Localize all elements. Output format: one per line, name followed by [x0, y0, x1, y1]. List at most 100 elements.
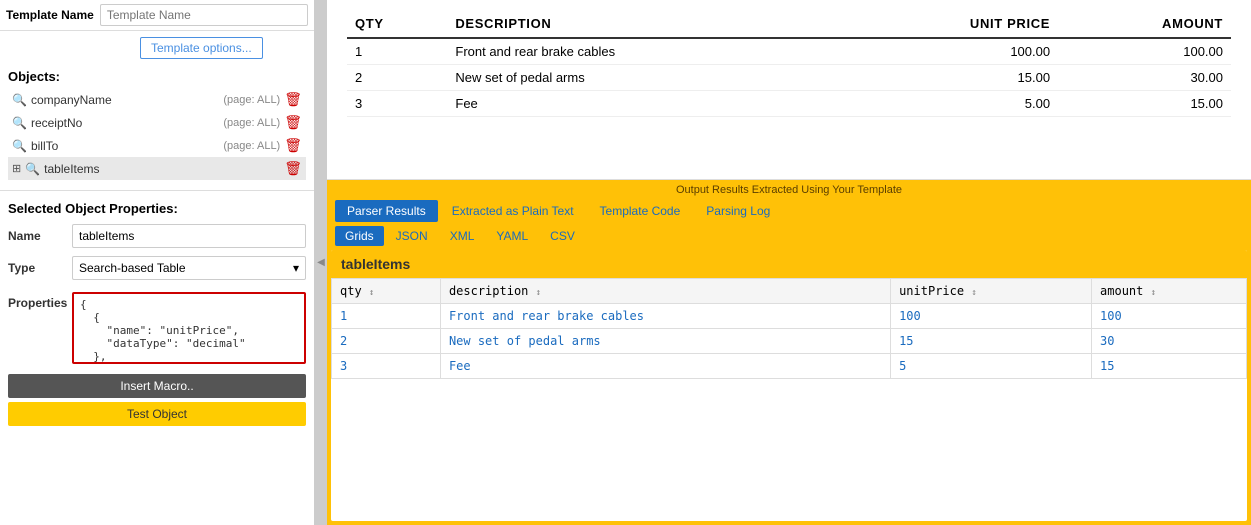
tab-template-code[interactable]: Template Code — [588, 200, 693, 222]
object-item-companyName[interactable]: 🔍 companyName (page: ALL) 🗑 — [8, 88, 306, 111]
table-row: 1 Front and rear brake cables 100.00 100… — [347, 38, 1231, 65]
grid-row: 3 Fee 5 15 — [332, 354, 1247, 379]
row3-unit-price: 5.00 — [842, 91, 1058, 117]
grid-row1-unit-price: 100 — [891, 304, 1092, 329]
grid-row3-qty: 3 — [332, 354, 441, 379]
objects-title: Objects: — [8, 69, 306, 84]
grid-row2-amount: 30 — [1092, 329, 1247, 354]
object-item-receiptNo[interactable]: 🔍 receiptNo (page: ALL) 🗑 — [8, 111, 306, 134]
row1-qty: 1 — [347, 38, 447, 65]
delete-icon-receiptNo[interactable]: 🗑 — [284, 114, 302, 131]
grid-col-unit-price[interactable]: unitPrice ↕ — [891, 279, 1092, 304]
tab-extracted-plain-text[interactable]: Extracted as Plain Text — [440, 200, 586, 222]
objects-section: Objects: 🔍 companyName (page: ALL) 🗑 🔍 r… — [0, 65, 314, 184]
row3-qty: 3 — [347, 91, 447, 117]
row2-description: New set of pedal arms — [447, 65, 842, 91]
chevron-down-icon: ▾ — [293, 261, 299, 275]
grid-col-qty[interactable]: qty ↕ — [332, 279, 441, 304]
search-icon: 🔍 — [12, 116, 27, 130]
subtab-csv[interactable]: CSV — [540, 226, 585, 246]
table-row: 3 Fee 5.00 15.00 — [347, 91, 1231, 117]
object-item-billTo[interactable]: 🔍 billTo (page: ALL) 🗑 — [8, 134, 306, 157]
grid-row1-description: Front and rear brake cables — [440, 304, 890, 329]
grid-row3-amount: 15 — [1092, 354, 1247, 379]
template-name-input[interactable] — [100, 4, 308, 26]
grid-row: 2 New set of pedal arms 15 30 — [332, 329, 1247, 354]
sort-icon: ↕ — [1151, 288, 1156, 298]
subtab-grids[interactable]: Grids — [335, 226, 384, 246]
tab-parsing-log[interactable]: Parsing Log — [694, 200, 782, 222]
insert-macro-button[interactable]: Insert Macro.. — [8, 374, 306, 398]
delete-icon-companyName[interactable]: 🗑 — [284, 91, 302, 108]
sort-icon: ↕ — [971, 288, 976, 298]
table-row: 2 New set of pedal arms 15.00 30.00 — [347, 65, 1231, 91]
object-page-receiptNo: (page: ALL) — [223, 117, 280, 129]
grid-row: 1 Front and rear brake cables 100 100 — [332, 304, 1247, 329]
grid-col-description[interactable]: description ↕ — [440, 279, 890, 304]
delete-icon-tableItems[interactable]: 🗑 — [284, 160, 302, 177]
grid-col-amount[interactable]: amount ↕ — [1092, 279, 1247, 304]
grid-row1-amount: 100 — [1092, 304, 1247, 329]
search-icon: 🔍 — [12, 139, 27, 153]
template-options-button[interactable]: Template options... — [140, 37, 263, 59]
type-value: Search-based Table — [79, 261, 186, 275]
object-page-billTo: (page: ALL) — [223, 140, 280, 152]
search-icon: 🔍 — [25, 162, 40, 176]
name-input[interactable] — [72, 224, 306, 248]
properties-row: Properties { { "name": "unitPrice", "dat… — [0, 292, 314, 364]
output-header-text: Output Results Extracted Using Your Temp… — [327, 180, 1251, 198]
object-item-tableItems[interactable]: ⊞ 🔍 tableItems 🗑 — [8, 157, 306, 180]
doc-preview: QTY DESCRIPTION UNIT PRICE AMOUNT 1 Fron… — [327, 0, 1251, 180]
row1-unit-price: 100.00 — [842, 38, 1058, 65]
row1-amount: 100.00 — [1058, 38, 1231, 65]
col-unit-price: UNIT PRICE — [842, 10, 1058, 38]
col-qty: QTY — [347, 10, 447, 38]
name-label: Name — [8, 229, 66, 243]
object-name-billTo: billTo — [31, 139, 219, 153]
template-name-row: Template Name — [0, 0, 314, 31]
col-amount: AMOUNT — [1058, 10, 1231, 38]
sort-icon: ↕ — [536, 288, 541, 298]
test-object-button[interactable]: Test Object — [8, 402, 306, 426]
properties-textarea[interactable]: { { "name": "unitPrice", "dataType": "de… — [72, 292, 306, 364]
grid-table: qty ↕ description ↕ unitPrice ↕ amount ↕… — [331, 278, 1247, 379]
output-content: tableItems qty ↕ description ↕ unitPrice… — [331, 250, 1247, 521]
delete-icon-billTo[interactable]: 🗑 — [284, 137, 302, 154]
grid-row1-qty: 1 — [332, 304, 441, 329]
object-page-companyName: (page: ALL) — [223, 94, 280, 106]
object-name-receiptNo: receiptNo — [31, 116, 219, 130]
grid-title: tableItems — [331, 250, 1247, 278]
subtab-json[interactable]: JSON — [386, 226, 438, 246]
selected-props-section: Selected Object Properties: Name Type Se… — [0, 197, 314, 292]
row2-qty: 2 — [347, 65, 447, 91]
resize-handle[interactable]: ◀ — [315, 0, 327, 525]
divider — [0, 190, 314, 191]
output-tabs-row: Parser Results Extracted as Plain Text T… — [327, 198, 1251, 224]
sort-icon: ↕ — [369, 288, 374, 298]
selected-props-title: Selected Object Properties: — [8, 201, 306, 216]
properties-label: Properties — [8, 292, 66, 310]
subtab-xml[interactable]: XML — [440, 226, 485, 246]
row3-description: Fee — [447, 91, 842, 117]
row2-amount: 30.00 — [1058, 65, 1231, 91]
table-icon: ⊞ — [12, 162, 21, 175]
subtab-yaml[interactable]: YAML — [486, 226, 538, 246]
grid-row2-qty: 2 — [332, 329, 441, 354]
row2-unit-price: 15.00 — [842, 65, 1058, 91]
row1-description: Front and rear brake cables — [447, 38, 842, 65]
type-prop-row: Type Search-based Table ▾ — [8, 256, 306, 280]
tab-parser-results[interactable]: Parser Results — [335, 200, 438, 222]
search-icon: 🔍 — [12, 93, 27, 107]
col-description: DESCRIPTION — [447, 10, 842, 38]
grid-row3-unit-price: 5 — [891, 354, 1092, 379]
grid-row2-description: New set of pedal arms — [440, 329, 890, 354]
type-label: Type — [8, 261, 66, 275]
left-panel: Template Name Template options... Object… — [0, 0, 315, 525]
type-select-button[interactable]: Search-based Table ▾ — [72, 256, 306, 280]
bottom-buttons: Insert Macro.. Test Object — [0, 370, 314, 430]
invoice-table: QTY DESCRIPTION UNIT PRICE AMOUNT 1 Fron… — [347, 10, 1231, 117]
sub-tabs-row: Grids JSON XML YAML CSV — [327, 224, 1251, 250]
grid-row3-description: Fee — [440, 354, 890, 379]
grid-row2-unit-price: 15 — [891, 329, 1092, 354]
name-prop-row: Name — [8, 224, 306, 248]
